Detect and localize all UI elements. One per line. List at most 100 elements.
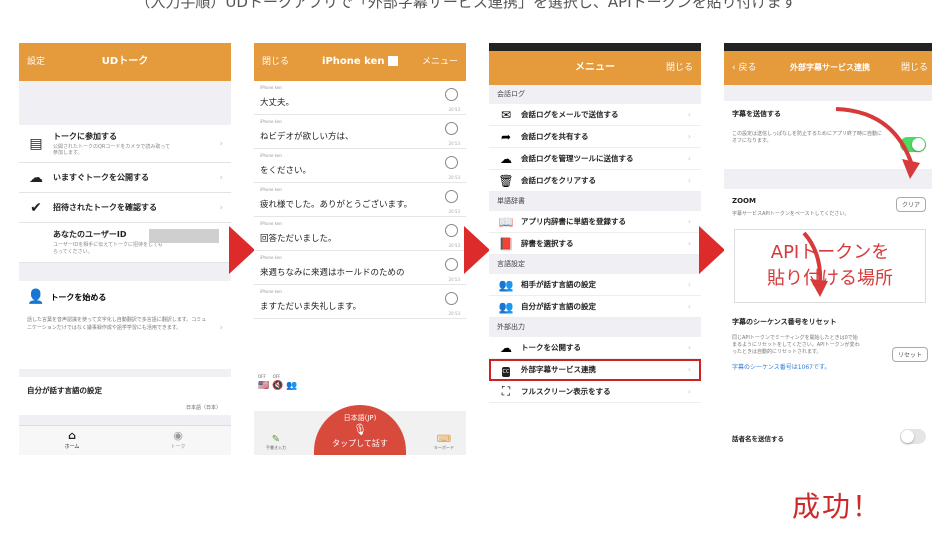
home-header: 設定 UDトーク <box>19 43 231 81</box>
message-text: 大丈夫。 <box>260 98 295 108</box>
menu-item[interactable]: ✉ 会話ログをメールで送信する › <box>489 104 701 126</box>
avatar-icon <box>445 88 458 101</box>
talk-actions: ▤ トークに参加する 公開されたトークのQRコードをカメラで読み取って参加します… <box>19 125 231 263</box>
home-screen: 設定 UDトーク ▤ トークに参加する 公開されたトークのQRコードをカメラで読… <box>19 43 231 455</box>
checkmark-icon: ✔ <box>30 199 42 216</box>
chevron-right-icon: › <box>219 202 223 213</box>
chevron-right-icon: › <box>687 280 691 289</box>
success-label: 成功！ <box>791 490 882 523</box>
cc-icon: CC <box>497 362 515 377</box>
invited-talk-row[interactable]: ✔ 招待されたトークを確認する › <box>19 193 231 223</box>
menu-item[interactable]: ⛶ フルスクリーン表示をする › <box>489 381 701 403</box>
message-time: 20:53 <box>448 243 460 248</box>
speaker-toggle[interactable] <box>900 429 926 444</box>
toggle-off-label: OFF <box>272 374 281 379</box>
icon-glyph: 👥 <box>498 299 514 314</box>
app-title: UDトーク <box>101 56 149 67</box>
menu-item-label: 会話ログをクリアする <box>521 176 596 185</box>
chevron-right-icon: › <box>687 343 691 352</box>
step-arrow <box>699 226 725 274</box>
menu-item[interactable]: 🗑 会話ログをクリアする › <box>489 170 701 192</box>
icon-glyph: 👥 <box>498 277 514 292</box>
qr-code-icon[interactable] <box>387 56 398 66</box>
menu-close-button[interactable]: 閉じる <box>666 51 693 85</box>
reset-button[interactable]: リセット <box>891 347 928 362</box>
menu-item[interactable]: 📕 辞書を選択する › <box>489 233 701 255</box>
menu-item[interactable]: 📖 アプリ内辞書に単語を登録する › <box>489 211 701 233</box>
speak-language-label: 日本語(JP) <box>343 414 377 422</box>
language-toggles: OFF OFF 🇺🇸 🔇 👥 <box>258 371 297 391</box>
chevron-right-icon: › <box>687 110 691 119</box>
keyboard-label: キーボード <box>434 445 454 450</box>
keyboard-button[interactable]: ⌨ キーボード <box>434 434 454 451</box>
menu-item-label: フルスクリーン表示をする <box>521 387 611 396</box>
message-item: iPhone ken 疲れ様でした。ありがとうございます。 20:53 <box>254 183 466 217</box>
fullscreen-icon: ⛶ <box>497 384 515 399</box>
cloud-icon: ☁ <box>29 169 43 186</box>
message-time: 20:53 <box>448 107 460 112</box>
menu-header: メニュー 閉じる <box>489 43 701 85</box>
chevron-right-icon: › <box>687 176 691 185</box>
message-item: iPhone ken 大丈夫。 20:53 <box>254 81 466 115</box>
menu-item-label: 会話ログを共有する <box>521 132 589 141</box>
menu-item-label: 自分が話す言語の設定 <box>521 302 596 311</box>
message-sender: iPhone ken <box>260 255 282 260</box>
people-icon[interactable]: 👥 <box>286 381 297 391</box>
chevron-right-icon: › <box>219 323 223 333</box>
message-text: 回答ただいました。 <box>260 234 337 244</box>
keyboard-icon: ⌨ <box>436 434 452 445</box>
cloud-icon: ☁ <box>497 341 515 355</box>
menu-item[interactable]: 👥 自分が話す言語の設定 › <box>489 296 701 318</box>
message-sender: iPhone ken <box>260 221 282 226</box>
message-text: ますただいま失礼します。 <box>260 302 362 312</box>
person-icon: 👤 <box>27 289 45 305</box>
caption-close-button[interactable]: 閉じる <box>901 51 928 85</box>
publish-talk-label: いますぐトークを公開する <box>53 173 149 182</box>
message-time: 20:53 <box>448 277 460 282</box>
avatar-icon <box>445 224 458 237</box>
my-language-value: 日本語（日本） <box>185 405 221 411</box>
speaker-mute-icon[interactable]: 🔇 <box>272 381 283 391</box>
icon-glyph: 📖 <box>498 214 514 229</box>
tab-talk[interactable]: ◉ トーク <box>125 426 231 455</box>
home-icon: ⌂ <box>68 429 76 442</box>
tab-home[interactable]: ⌂ ホーム <box>19 426 125 455</box>
menu-item-label: 会話ログをメールで送信する <box>521 110 619 119</box>
publish-talk-row[interactable]: ☁ いますぐトークを公開する › <box>19 163 231 193</box>
message-time: 20:53 <box>448 141 460 146</box>
user-id-row: あなたのユーザーID ユーザーIDを相手に伝えてトークに招待をしてもらってくださ… <box>19 223 231 263</box>
menu-item[interactable]: CC 外部字幕サービス連携 › <box>489 359 701 381</box>
flag-icon[interactable]: 🇺🇸 <box>258 381 269 391</box>
chevron-right-icon: › <box>219 172 223 183</box>
menu-list: 会話ログ ✉ 会話ログをメールで送信する › ➦ 会話ログを共有する › ☁ 会話ログを管理ツー… <box>489 85 701 403</box>
chevron-right-icon: › <box>687 302 691 311</box>
menu-item-label: トークを公開する <box>521 343 581 352</box>
menu-item[interactable]: 👥 相手が話す言語の設定 › <box>489 274 701 296</box>
handwriting-button[interactable]: ✎ 手書き入力 <box>266 434 286 451</box>
people-icon: 👥 <box>497 278 515 292</box>
start-talk-section[interactable]: 👤 トークを始める 話した言葉を音声認識を使って文字化し自動翻訳で多言語に翻訳し… <box>19 281 231 369</box>
menu-item[interactable]: ☁ 会話ログを管理ツールに送信する › <box>489 148 701 170</box>
chevron-right-icon: › <box>687 365 691 374</box>
microphone-icon: 🎙 <box>353 423 367 436</box>
menu-item[interactable]: ➦ 会話ログを共有する › <box>489 126 701 148</box>
trash-icon: 🗑 <box>497 174 515 188</box>
talk-screen: 閉じる iPhone ken メニュー iPhone ken 大丈夫。 20:53 i… <box>254 43 466 455</box>
message-item: iPhone ken ねビデオが欲しい方は、 20:53 <box>254 115 466 149</box>
menu-button[interactable]: メニュー <box>422 43 458 81</box>
join-talk-row[interactable]: ▤ トークに参加する 公開されたトークのQRコードをカメラで読み取って参加します… <box>19 125 231 163</box>
menu-item[interactable]: ☁ トークを公開する › <box>489 337 701 359</box>
tap-to-speak-button[interactable]: 日本語(JP) 🎙 タップして話す <box>314 405 406 455</box>
cloud-upload-icon: ☁ <box>497 152 515 166</box>
talk-header: 閉じる iPhone ken メニュー <box>254 43 466 81</box>
icon-glyph: 📕 <box>498 236 514 251</box>
my-language-section[interactable]: 自分が話す言語の設定 日本語（日本） <box>19 377 231 415</box>
icon-glyph: ☁ <box>500 151 512 166</box>
menu-section-header: 言語設定 <box>489 255 701 274</box>
message-time: 20:53 <box>448 175 460 180</box>
share-icon: ➦ <box>497 130 515 144</box>
chevron-right-icon: › <box>687 387 691 396</box>
qr-scan-icon: ▤ <box>29 135 43 152</box>
chevron-right-icon: › <box>219 138 223 149</box>
icon-glyph: 🗑 <box>498 173 514 188</box>
